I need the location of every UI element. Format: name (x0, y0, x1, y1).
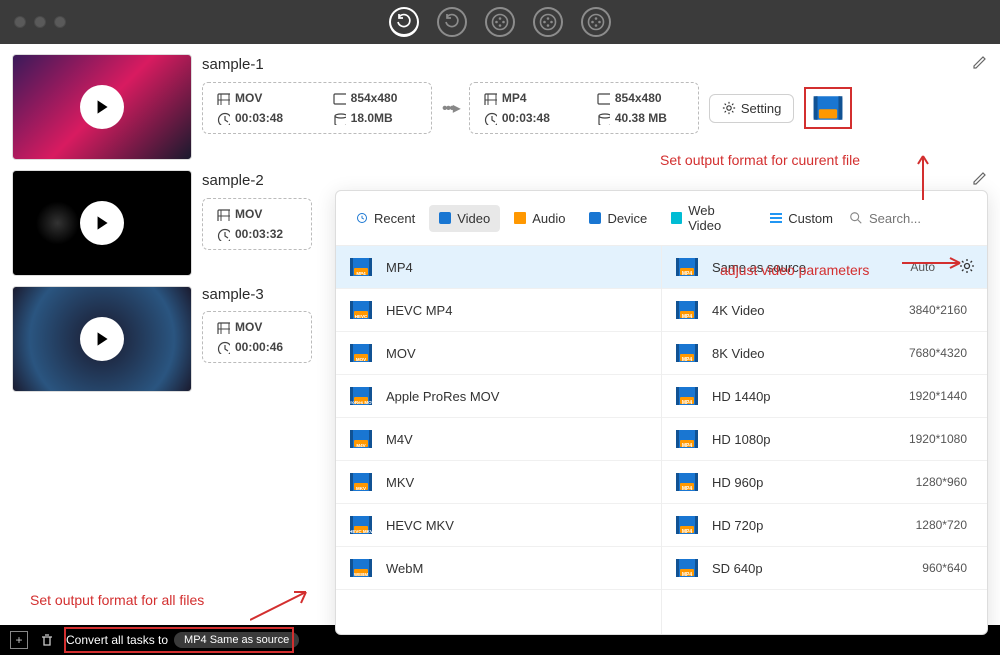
nav-merge-icon[interactable] (533, 7, 563, 37)
input-info: MOV 854x480 00:03:48 18.0MB (202, 82, 432, 134)
svg-text:MP4: MP4 (682, 443, 693, 449)
format-item[interactable]: ProRes MOVApple ProRes MOV (336, 375, 661, 418)
rename-icon[interactable] (972, 170, 988, 190)
format-item[interactable]: WEBMWebM (336, 547, 661, 590)
annotation-params: adjust video parameters (720, 262, 869, 278)
svg-text:HEVC MKV: HEVC MKV (349, 529, 373, 534)
format-item[interactable]: MKVMKV (336, 461, 661, 504)
file-name: sample-1 (202, 56, 264, 73)
format-item[interactable]: HEVCHEVC MP4 (336, 289, 661, 332)
thumbnail[interactable] (12, 170, 192, 276)
preset-item[interactable]: MP4HD 1080p1920*1080 (662, 418, 987, 461)
file-name: sample-2 (202, 172, 264, 189)
nav-convert-icon[interactable] (389, 7, 419, 37)
format-item[interactable]: M4VM4V (336, 418, 661, 461)
svg-text:MP4: MP4 (682, 529, 693, 535)
preset-item[interactable]: MP4HD 720p1280*720 (662, 504, 987, 547)
svg-text:MP4: MP4 (356, 271, 366, 276)
tab-recent[interactable]: Recent (346, 205, 425, 232)
setting-button[interactable]: Setting (709, 94, 794, 123)
thumbnail[interactable] (12, 54, 192, 160)
play-icon[interactable] (80, 201, 124, 245)
preset-item[interactable]: MP48K Video7680*4320 (662, 332, 987, 375)
preset-item[interactable]: MP4SD 640p960*640 (662, 547, 987, 590)
svg-text:MP4: MP4 (682, 572, 693, 578)
search-input[interactable] (847, 207, 977, 230)
file-name: sample-3 (202, 286, 264, 303)
preset-list[interactable]: MP4Same as sourceAutoMP44K Video3840*216… (662, 246, 987, 634)
task-row: sample-1 MOV 854x480 00:03:48 18.0MB •••… (12, 54, 988, 160)
svg-text:HEVC: HEVC (355, 314, 368, 319)
format-item[interactable]: MP4MP4 (336, 246, 661, 289)
format-item[interactable]: HEVC MKVHEVC MKV (336, 504, 661, 547)
nav-download-icon[interactable] (581, 7, 611, 37)
svg-text:MOV: MOV (356, 357, 366, 362)
tab-video[interactable]: Video (429, 205, 500, 232)
svg-text:MP4: MP4 (682, 400, 693, 406)
zoom-dot[interactable] (54, 16, 66, 28)
preset-item[interactable]: MP4HD 1440p1920*1440 (662, 375, 987, 418)
top-nav (389, 7, 611, 37)
tab-custom[interactable]: Custom (760, 205, 843, 232)
preset-item[interactable]: MP4HD 960p1280*960 (662, 461, 987, 504)
titlebar (0, 0, 1000, 44)
tab-audio[interactable]: Audio (504, 205, 575, 232)
minimize-dot[interactable] (34, 16, 46, 28)
svg-text:ProRes MOV: ProRes MOV (348, 400, 374, 405)
play-icon[interactable] (80, 317, 124, 361)
annotation-box-all (64, 627, 294, 653)
output-format-button[interactable] (804, 87, 852, 129)
annotation-current-file: Set output format for cuurent file (660, 152, 860, 168)
close-dot[interactable] (14, 16, 26, 28)
svg-text:WEBM: WEBM (354, 572, 368, 577)
preset-item[interactable]: MP44K Video3840*2160 (662, 289, 987, 332)
format-item[interactable]: MOVMOV (336, 332, 661, 375)
input-info: MOV 00:00:46 (202, 311, 312, 363)
window-controls (14, 16, 66, 28)
output-info: MP4 854x480 00:03:48 40.38 MB (469, 82, 699, 134)
panel-tabs: Recent Video Audio Device Web Video Cust… (336, 191, 987, 246)
add-button[interactable]: + (10, 631, 28, 649)
annotation-all-files: Set output format for all files (30, 592, 204, 608)
svg-text:MP4: MP4 (682, 357, 693, 363)
input-info: MOV 00:03:32 (202, 198, 312, 250)
svg-text:M4V: M4V (356, 443, 365, 448)
svg-text:MP4: MP4 (682, 271, 693, 277)
thumbnail[interactable] (12, 286, 192, 392)
nav-edit-icon[interactable] (485, 7, 515, 37)
tab-web-video[interactable]: Web Video (661, 197, 756, 239)
arrow-icon: •••▸ (442, 98, 459, 118)
delete-button[interactable] (38, 631, 56, 649)
svg-text:MKV: MKV (356, 486, 366, 491)
tab-device[interactable]: Device (579, 205, 657, 232)
format-list[interactable]: MP4MP4HEVCHEVC MP4MOVMOVProRes MOVApple … (336, 246, 662, 634)
svg-text:MP4: MP4 (682, 314, 693, 320)
search-box (847, 207, 977, 230)
svg-text:MP4: MP4 (682, 486, 693, 492)
rename-icon[interactable] (972, 54, 988, 74)
nav-sync-icon[interactable] (437, 7, 467, 37)
play-icon[interactable] (80, 85, 124, 129)
format-panel: Recent Video Audio Device Web Video Cust… (335, 190, 988, 635)
